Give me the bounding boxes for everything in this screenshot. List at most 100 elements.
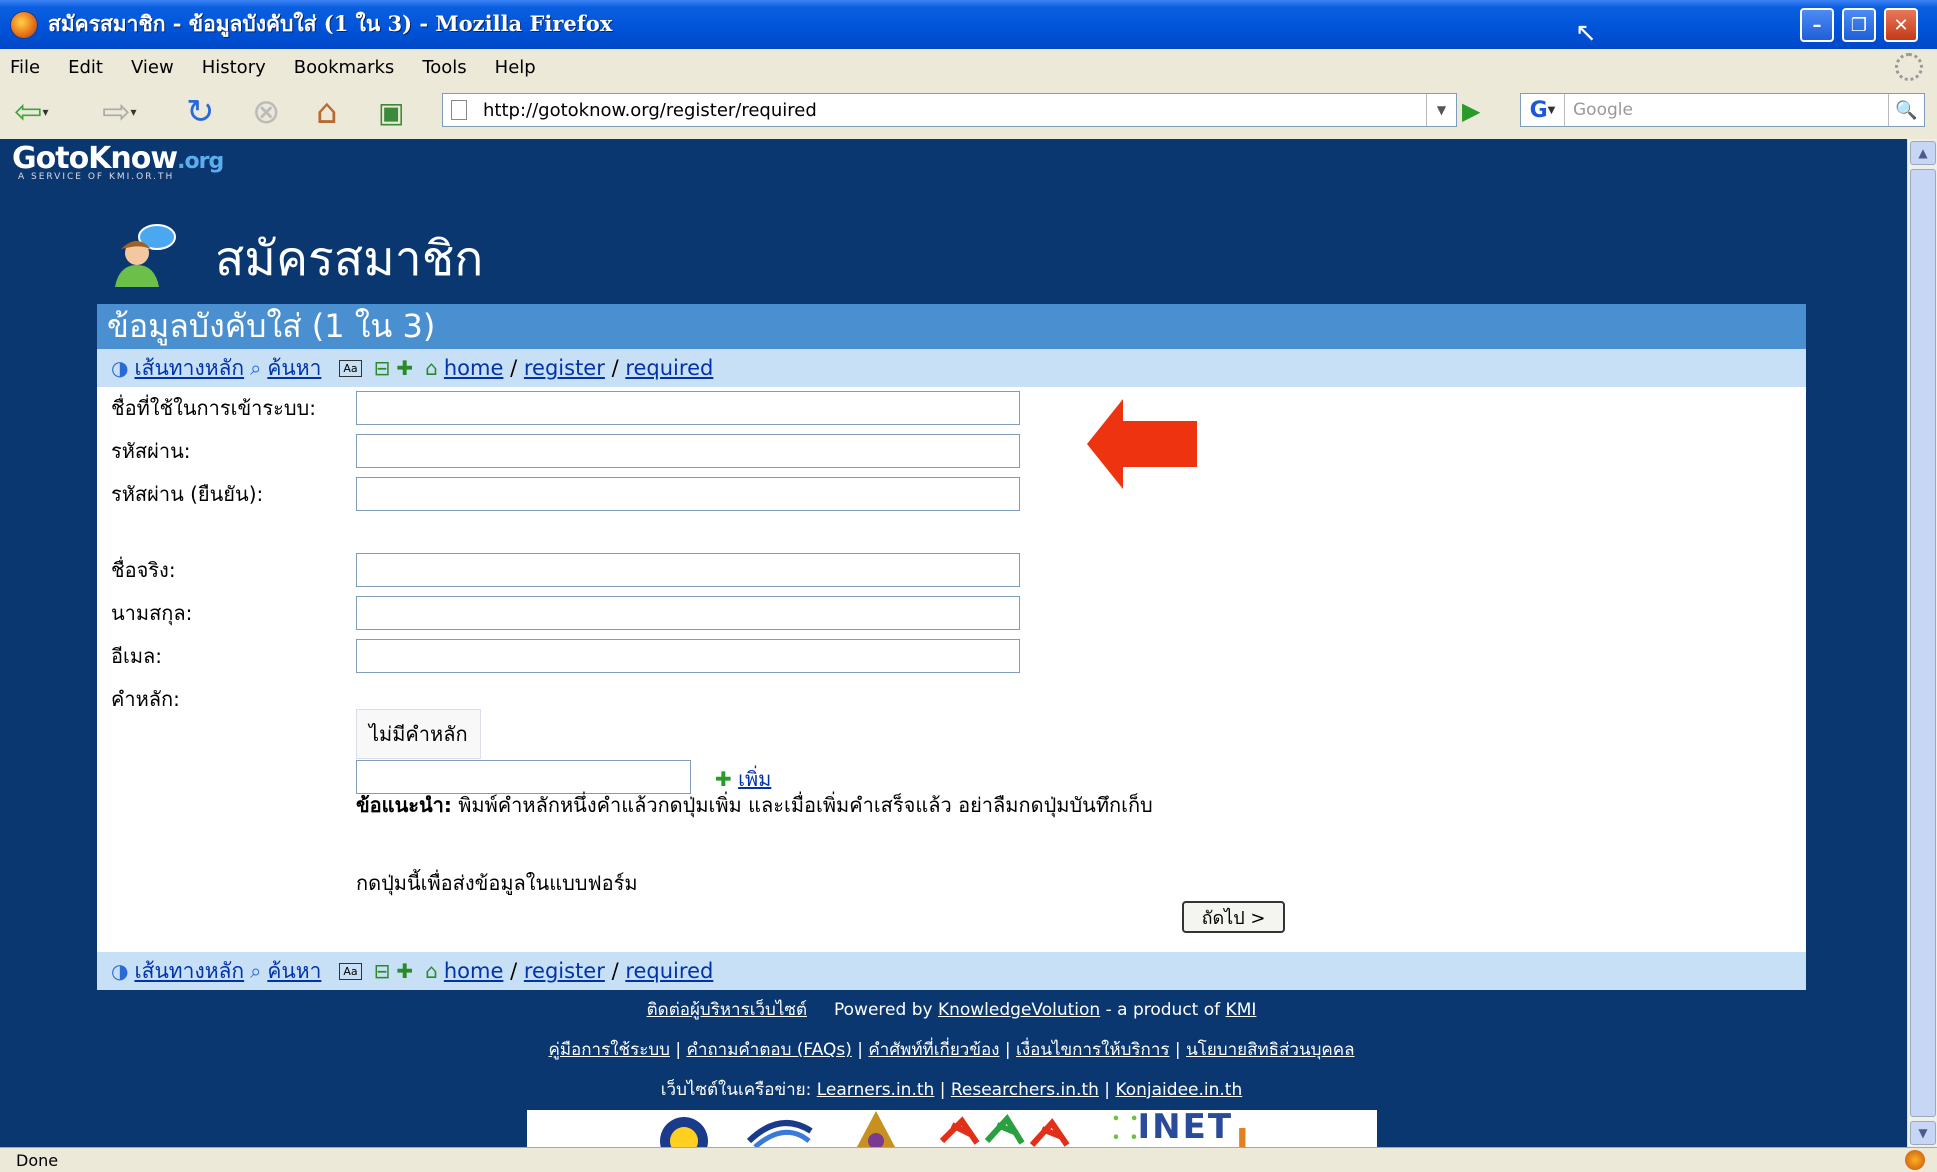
partner-logo-emblem[interactable] bbox=[851, 1111, 901, 1147]
throbber-icon bbox=[1895, 53, 1923, 81]
hint-title: ข้อแนะนำ: bbox=[356, 793, 452, 817]
go-button[interactable]: ▶ bbox=[1462, 97, 1480, 125]
kmi-link[interactable]: KMI bbox=[1226, 1000, 1257, 1020]
firstname-input[interactable] bbox=[356, 553, 1020, 587]
menu-help[interactable]: Help bbox=[495, 57, 536, 78]
scroll-up-icon[interactable]: ▲ bbox=[1910, 141, 1936, 165]
partner-logo-swirl[interactable] bbox=[745, 1111, 815, 1147]
password-input[interactable] bbox=[356, 434, 1020, 468]
manual-link[interactable]: คู่มือการใช้ระบบ bbox=[548, 1040, 669, 1060]
crumb-required[interactable]: required bbox=[625, 959, 713, 983]
footer-line-1: ติดต่อผู้บริหารเว็บไซต์ Powered by Knowl… bbox=[646, 1000, 1257, 1020]
search-icon[interactable]: 🔍 bbox=[1888, 94, 1924, 126]
page-icon bbox=[451, 100, 467, 120]
partner-logo-figures[interactable] bbox=[937, 1111, 1077, 1147]
add-keyword-link[interactable]: เพิ่ม bbox=[738, 767, 771, 791]
panel-header: สมัครสมาชิก bbox=[97, 199, 1806, 304]
crumb-register[interactable]: register bbox=[524, 356, 605, 380]
search-box[interactable]: G ▼ Google 🔍 bbox=[1520, 93, 1925, 127]
menu-edit[interactable]: Edit bbox=[68, 57, 103, 78]
window-titlebar: สมัครสมาชิก - ข้อมูลบังคับใส่ (1 ใน 3) -… bbox=[0, 0, 1937, 49]
username-input[interactable] bbox=[356, 391, 1020, 425]
learners-link[interactable]: Learners.in.th bbox=[817, 1080, 935, 1100]
logo-tagline: A SERVICE OF KMI.OR.TH bbox=[18, 172, 175, 182]
reload-button[interactable]: ↻ bbox=[186, 92, 215, 132]
window-title: สมัครสมาชิก - ข้อมูลบังคับใส่ (1 ใน 3) -… bbox=[48, 11, 613, 36]
privacy-link[interactable]: นโยบายสิทธิส่วนบุคคล bbox=[1186, 1040, 1354, 1060]
password-confirm-label: รหัสผ่าน (ยืนยัน): bbox=[111, 482, 264, 506]
back-button[interactable]: ⇦ ▾ bbox=[14, 92, 49, 132]
contact-link[interactable]: ติดต่อผู้บริหารเว็บไซต์ bbox=[647, 1000, 807, 1020]
bookmark-page-icon[interactable]: ▣ bbox=[378, 93, 404, 131]
lastname-label: นามสกุล: bbox=[111, 601, 193, 625]
search-link[interactable]: ค้นหา bbox=[267, 352, 321, 385]
menu-view[interactable]: View bbox=[131, 57, 174, 78]
address-url: http://gotoknow.org/register/required bbox=[483, 99, 817, 121]
footer-line-2: คู่มือการใช้ระบบ | คำถามคำตอบ (FAQs) | ค… bbox=[548, 1040, 1355, 1060]
main-route-link[interactable]: เส้นทางหลัก bbox=[134, 955, 244, 988]
zoom-in-icon[interactable]: ✚ bbox=[396, 959, 413, 983]
maximize-button[interactable]: ❐ bbox=[1842, 8, 1876, 42]
firefox-status-icon bbox=[1905, 1150, 1925, 1170]
email-input[interactable] bbox=[356, 639, 1020, 673]
breadcrumb-bar-bottom: ◑ เส้นทางหลัก ⌕ ค้นหา Aa ⊟ ✚ ⌂ home / re… bbox=[97, 952, 1806, 990]
menu-bookmarks[interactable]: Bookmarks bbox=[294, 57, 395, 78]
terms-link[interactable]: เงื่อนไขการให้บริการ bbox=[1016, 1040, 1169, 1060]
vertical-scrollbar[interactable]: ▲ ▼ bbox=[1907, 139, 1937, 1147]
home-icon: ⌂ bbox=[425, 959, 438, 983]
status-text: Done bbox=[16, 1150, 59, 1170]
firefox-icon bbox=[10, 10, 38, 39]
site-logo[interactable]: GotoKnow.org bbox=[12, 141, 224, 176]
breadcrumb-bar-top: ◑ เส้นทางหลัก ⌕ ค้นหา Aa ⊟ ✚ ⌂ home / re… bbox=[97, 349, 1806, 387]
lastname-input[interactable] bbox=[356, 596, 1020, 630]
hint-text: พิมพ์คำหลักหนึ่งคำแล้วกดปุ่มเพิ่ม และเมื… bbox=[451, 793, 1153, 817]
crumb-home[interactable]: home bbox=[444, 356, 504, 380]
zoom-in-icon[interactable]: ✚ bbox=[396, 356, 413, 380]
zoom-out-icon[interactable]: ⊟ bbox=[374, 356, 391, 380]
menu-tools[interactable]: Tools bbox=[422, 57, 466, 78]
search-icon: ⌕ bbox=[250, 356, 262, 380]
email-label: อีเมล: bbox=[111, 644, 163, 668]
status-bar: Done bbox=[0, 1147, 1937, 1172]
search-link[interactable]: ค้นหา bbox=[267, 955, 321, 988]
keyword-hint: ข้อแนะนำ: พิมพ์คำหลักหนึ่งคำแล้วกดปุ่มเพ… bbox=[356, 789, 1153, 821]
researchers-link[interactable]: Researchers.in.th bbox=[951, 1080, 1099, 1100]
glossary-link[interactable]: คำศัพท์ที่เกี่ยวข้อง bbox=[868, 1040, 999, 1060]
next-button[interactable]: ถัดไป > bbox=[1182, 901, 1285, 933]
red-arrow-annotation bbox=[1087, 399, 1197, 489]
password-label: รหัสผ่าน: bbox=[111, 439, 191, 463]
stop-button[interactable]: ⊗ bbox=[252, 92, 281, 132]
home-button[interactable]: ⌂ bbox=[316, 92, 338, 132]
register-panel: สมัครสมาชิก ข้อมูลบังคับใส่ (1 ใน 3) ◑ เ… bbox=[97, 199, 1806, 1147]
close-button[interactable]: ✕ bbox=[1884, 8, 1918, 42]
search-icon: ⌕ bbox=[250, 959, 262, 983]
scroll-thumb[interactable] bbox=[1910, 169, 1936, 1117]
address-dropdown-icon[interactable]: ▼ bbox=[1426, 94, 1456, 126]
crumb-register[interactable]: register bbox=[524, 959, 605, 983]
no-keywords-box: ไม่มีคำหลัก bbox=[356, 709, 481, 759]
faq-link[interactable]: คำถามคำตอบ (FAQs) bbox=[686, 1040, 851, 1060]
route-icon: ◑ bbox=[111, 356, 129, 380]
font-size-icon[interactable]: Aa bbox=[339, 359, 362, 377]
search-engine-icon[interactable]: G ▼ bbox=[1521, 94, 1565, 126]
partner-logo-circle[interactable] bbox=[659, 1111, 709, 1147]
scroll-down-icon[interactable]: ▼ bbox=[1910, 1121, 1936, 1145]
konjaidee-link[interactable]: Konjaidee.in.th bbox=[1115, 1080, 1242, 1100]
minimize-button[interactable]: – bbox=[1800, 8, 1834, 42]
route-icon: ◑ bbox=[111, 959, 129, 983]
page-title: สมัครสมาชิก bbox=[215, 231, 484, 287]
menu-history[interactable]: History bbox=[202, 57, 266, 78]
crumb-home[interactable]: home bbox=[444, 959, 504, 983]
knowledgevolution-link[interactable]: KnowledgeVolution bbox=[938, 1000, 1100, 1020]
menu-file[interactable]: File bbox=[10, 57, 40, 78]
mouse-cursor-icon: ↖ bbox=[1575, 18, 1597, 48]
font-size-icon[interactable]: Aa bbox=[339, 962, 362, 980]
zoom-out-icon[interactable]: ⊟ bbox=[374, 959, 391, 983]
address-bar[interactable]: http://gotoknow.org/register/required ▼ bbox=[442, 93, 1457, 127]
crumb-required[interactable]: required bbox=[625, 356, 713, 380]
inet-logo[interactable]: ⸬ INET ▐ bbox=[1113, 1110, 1246, 1147]
password-confirm-input[interactable] bbox=[356, 477, 1020, 511]
forward-button[interactable]: ⇨ ▾ bbox=[102, 92, 137, 132]
main-route-link[interactable]: เส้นทางหลัก bbox=[134, 352, 244, 385]
search-placeholder: Google bbox=[1573, 100, 1633, 120]
